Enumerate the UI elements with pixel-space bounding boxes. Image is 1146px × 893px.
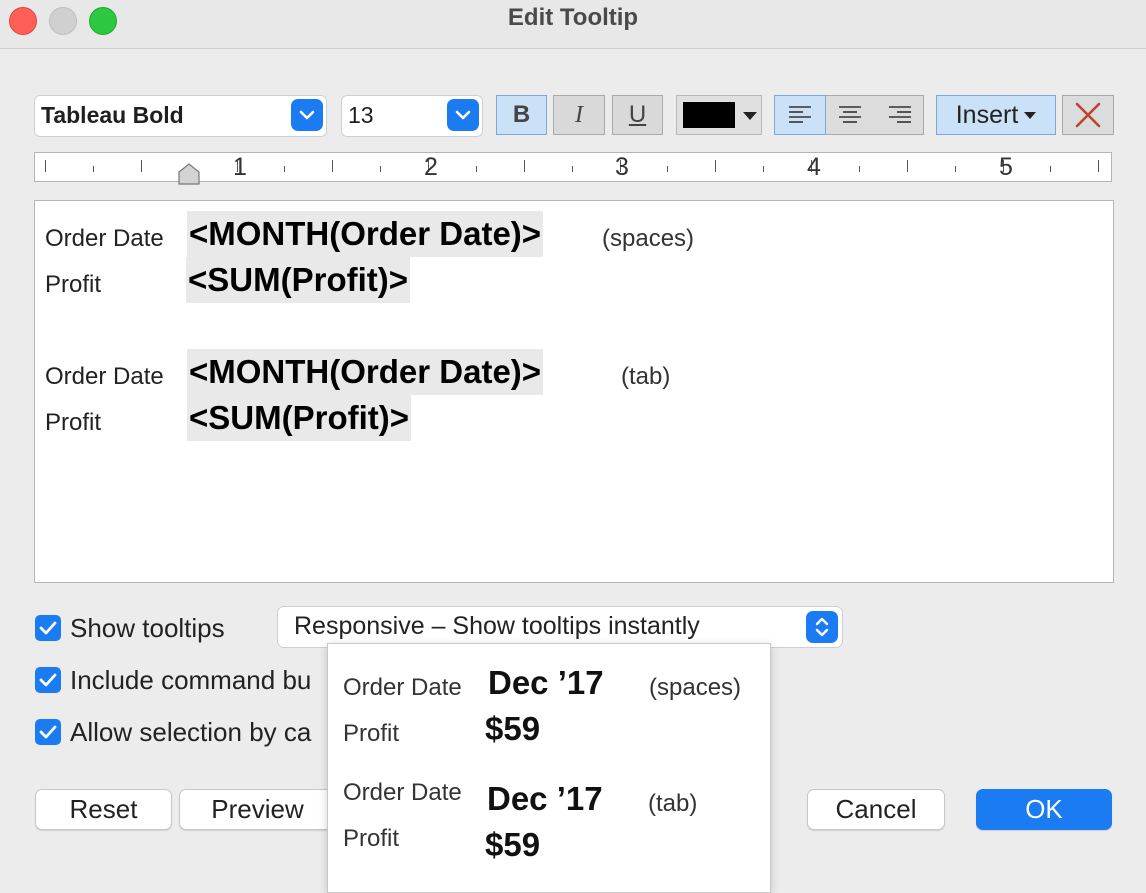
checkmark-icon: [39, 621, 57, 635]
preview-value: $59: [485, 710, 541, 747]
ruler[interactable]: 1 2 3 4 5: [34, 152, 1112, 185]
editor-label: Profit: [45, 409, 102, 436]
ruler-tick: [284, 166, 286, 172]
preview-value: Dec ’17: [487, 780, 603, 817]
ruler-tick: [140, 160, 142, 172]
include-command-buttons-checkbox[interactable]: [35, 667, 61, 693]
bold-button[interactable]: B: [496, 95, 547, 135]
ruler-tick: [523, 160, 525, 172]
chevron-down-icon[interactable]: [447, 99, 479, 131]
preview-label: Order Date: [343, 674, 462, 701]
font-family-select[interactable]: Tableau Bold: [34, 95, 327, 137]
insert-menu-button[interactable]: Insert: [936, 95, 1056, 135]
font-size-value: 13: [348, 102, 374, 128]
preview-label: Profit: [343, 720, 400, 747]
caret-down-icon: [1024, 111, 1037, 119]
show-tooltips-label[interactable]: Show tooltips: [70, 613, 225, 644]
field-token[interactable]: <SUM(Profit)>: [187, 395, 412, 441]
align-right-button[interactable]: [875, 96, 925, 134]
ruler-tick: [715, 160, 717, 172]
field-token[interactable]: <MONTH(Order Date)>: [187, 349, 544, 395]
field-token[interactable]: <SUM(Profit)>: [186, 257, 411, 303]
ruler-number: 1: [233, 153, 247, 181]
close-icon: [1075, 102, 1101, 128]
insert-label: Insert: [955, 100, 1019, 129]
stepper-chevrons-icon[interactable]: [806, 611, 838, 643]
text-color-picker[interactable]: [676, 95, 762, 135]
editor-label: Order Date: [45, 225, 164, 252]
preview-note: (tab): [648, 790, 698, 817]
ruler-tick: [1050, 166, 1052, 172]
caret-down-icon: [743, 112, 757, 120]
ruler-number: 4: [807, 153, 821, 181]
align-center-button[interactable]: [825, 96, 875, 134]
clear-formatting-button[interactable]: [1062, 95, 1114, 135]
preview-label: Profit: [343, 825, 400, 852]
editor-note: (spaces): [602, 225, 695, 252]
ruler-tick: [763, 166, 765, 172]
tooltip-preview-popup: Order Date Dec ’17 (spaces) Profit $59 O…: [327, 643, 771, 893]
ruler-tick: [92, 166, 94, 172]
checkmark-icon: [39, 725, 57, 739]
ruler-tick: [858, 166, 860, 172]
checkmark-icon: [39, 673, 57, 687]
include-command-buttons-label[interactable]: Include command bu: [70, 665, 311, 696]
tooltip-mode-select[interactable]: Responsive – Show tooltips instantly: [277, 606, 843, 648]
field-token[interactable]: <MONTH(Order Date)>: [187, 211, 544, 257]
ruler-tick: [45, 160, 46, 172]
allow-selection-checkbox[interactable]: [35, 719, 61, 745]
cancel-button[interactable]: Cancel: [807, 789, 945, 830]
allow-selection-label[interactable]: Allow selection by ca: [70, 717, 311, 748]
italic-button[interactable]: I: [553, 95, 605, 135]
ruler-tick: [571, 166, 573, 172]
reset-button[interactable]: Reset: [35, 789, 172, 830]
underline-button[interactable]: U: [612, 95, 663, 135]
ruler-tick: [1098, 160, 1100, 172]
ruler-tick: [954, 166, 956, 172]
chevron-down-icon[interactable]: [291, 99, 323, 131]
indent-marker-icon[interactable]: [178, 163, 200, 185]
ruler-tick: [475, 166, 477, 172]
ruler-tick: [667, 166, 669, 172]
color-swatch: [683, 102, 735, 128]
preview-value: Dec ’17: [488, 664, 604, 701]
preview-label: Order Date: [343, 779, 462, 806]
font-size-select[interactable]: 13: [341, 95, 483, 137]
alignment-group: [774, 95, 924, 135]
preview-value: $59: [485, 826, 541, 863]
preview-note: (spaces): [649, 674, 742, 701]
ruler-number: 3: [615, 153, 629, 181]
editor-label: Order Date: [45, 363, 164, 390]
ruler-number: 2: [424, 153, 438, 181]
tooltip-mode-value: Responsive – Show tooltips instantly: [294, 612, 700, 640]
align-left-button[interactable]: [774, 95, 826, 135]
tooltip-editor[interactable]: Order Date <MONTH(Order Date)> (spaces) …: [34, 200, 1114, 583]
editor-note: (tab): [621, 363, 671, 390]
ok-button[interactable]: OK: [976, 789, 1112, 830]
window-title: Edit Tooltip: [507, 4, 639, 31]
ruler-tick: [332, 160, 334, 172]
ruler-number: 5: [999, 153, 1013, 181]
font-family-value: Tableau Bold: [41, 102, 184, 128]
ruler-tick: [906, 160, 908, 172]
editor-label: Profit: [45, 271, 102, 298]
preview-button[interactable]: Preview: [179, 789, 336, 830]
show-tooltips-checkbox[interactable]: [35, 615, 61, 641]
ruler-tick: [380, 166, 382, 172]
